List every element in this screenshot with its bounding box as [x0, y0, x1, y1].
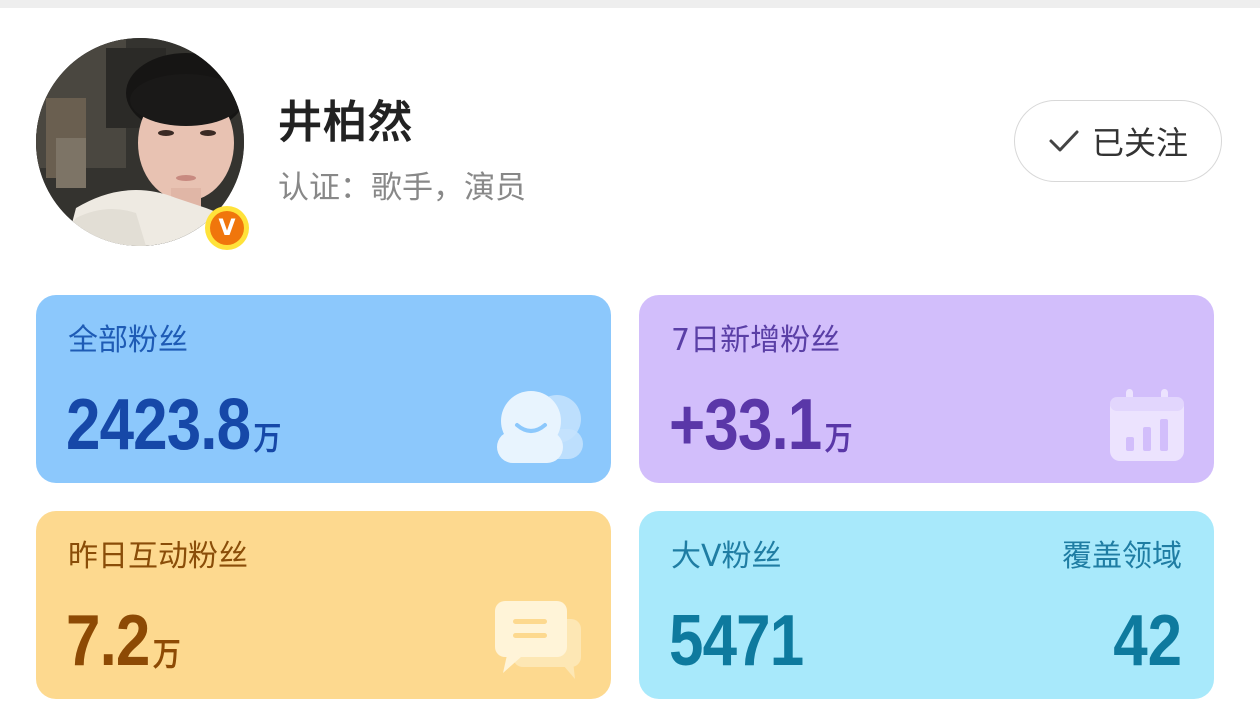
followed-button-label: 已关注: [1091, 124, 1188, 162]
chat-bubbles-icon: [495, 601, 581, 679]
new-fans-7d-card[interactable]: 7日新增粉丝 +33.1 万: [639, 295, 1214, 483]
interactive-fans-label: 昨日互动粉丝: [68, 539, 248, 574]
profile-certification: 认证：歌手，演员: [278, 170, 526, 206]
calendar-chart-icon: [1110, 389, 1184, 461]
fans-faces-icon: [497, 391, 583, 463]
big-v-fans-card[interactable]: 大V粉丝 覆盖领域 5471 42: [639, 511, 1214, 699]
big-v-fans-value: 5471: [669, 601, 804, 681]
coverage-domains-label: 覆盖领域: [1062, 539, 1182, 574]
verified-badge: V: [205, 206, 249, 250]
all-fans-value: 2423.8 万: [66, 385, 282, 465]
interactive-fans-card[interactable]: 昨日互动粉丝 7.2 万: [36, 511, 611, 699]
followed-button[interactable]: 已关注: [1014, 100, 1222, 182]
new-fans-7d-unit: 万: [824, 419, 853, 457]
all-fans-unit: 万: [253, 419, 282, 457]
top-divider: [0, 0, 1260, 8]
verified-v-icon: V: [210, 211, 244, 245]
big-v-fans-label: 大V粉丝: [671, 539, 782, 574]
all-fans-card[interactable]: 全部粉丝 2423.8 万: [36, 295, 611, 483]
new-fans-7d-value: +33.1 万: [669, 385, 853, 465]
interactive-fans-value: 7.2 万: [66, 601, 181, 681]
interactive-fans-unit: 万: [152, 635, 181, 673]
new-fans-7d-label: 7日新增粉丝: [671, 323, 841, 358]
profile-name: 井柏然: [278, 97, 413, 148]
profile-avatar-area[interactable]: V: [36, 38, 249, 250]
all-fans-label: 全部粉丝: [68, 323, 188, 358]
coverage-domains-value: 42: [1113, 601, 1182, 681]
check-icon: [1049, 130, 1079, 152]
